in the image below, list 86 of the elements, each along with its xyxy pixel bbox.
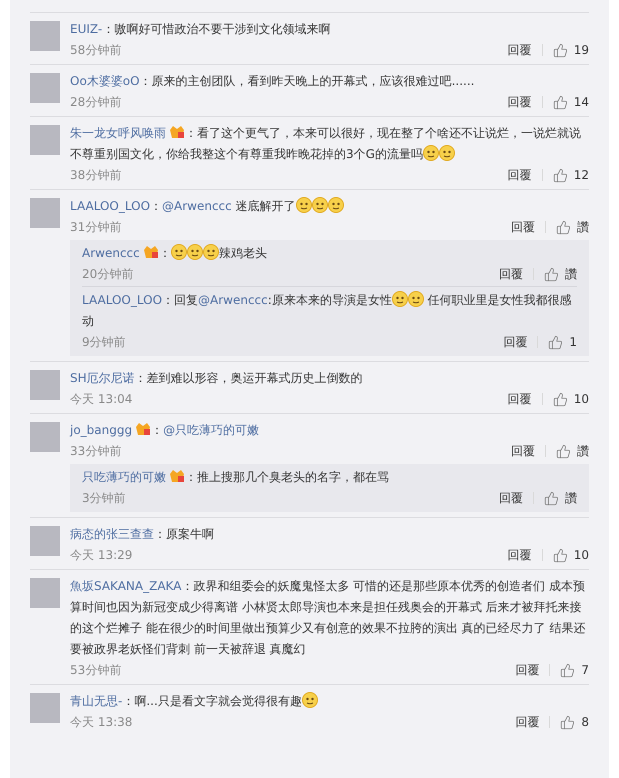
comment-time: 9分钟前 <box>82 334 126 351</box>
comment-text: 病态的张三查查：原案牛啊 <box>70 526 215 543</box>
emoji-icon <box>408 291 424 307</box>
user-name[interactable]: 青山无思- <box>70 694 122 708</box>
comment-text: LAALOO_LOO：回复@Arwenccc:原来本来的导演是女性 任何职业里是女性我都很感动 <box>82 290 573 330</box>
emoji-icon <box>202 244 219 260</box>
like-count[interactable]: 讚 <box>565 265 577 283</box>
like-icon[interactable] <box>548 334 564 350</box>
like-count[interactable]: 8 <box>581 713 589 731</box>
user-name[interactable]: jo_banggg <box>70 423 132 437</box>
comment-text: Arwenccc ： 辣鸡老头 <box>82 243 268 262</box>
comment-time: 今天 13:29 <box>70 547 132 564</box>
like-icon[interactable] <box>552 392 568 406</box>
comment-time: 33分钟前 <box>70 443 122 460</box>
like-icon[interactable] <box>552 42 568 58</box>
reply-link[interactable]: 回覆 <box>515 713 540 731</box>
like-icon[interactable] <box>560 714 576 730</box>
like-icon[interactable] <box>556 444 571 458</box>
like-count[interactable]: 1 <box>569 333 577 351</box>
user-name[interactable]: SH厄尔尼诺 <box>70 371 135 385</box>
emoji-icon <box>186 244 203 260</box>
user-name[interactable]: LAALOO_LOO <box>70 199 150 213</box>
mention-link[interactable]: @Arwenccc <box>198 293 268 307</box>
user-name[interactable]: 朱一龙女呼风唤雨 <box>70 126 166 140</box>
like-icon[interactable] <box>544 490 559 506</box>
emoji-icon <box>170 244 187 260</box>
comment-time: 3分钟前 <box>82 490 126 507</box>
user-name[interactable]: 病态的张三查查 <box>70 527 154 541</box>
like-count[interactable]: 10 <box>574 546 589 564</box>
like-count[interactable]: 10 <box>574 390 589 408</box>
reply-link[interactable]: 回覆 <box>511 218 535 236</box>
user-name[interactable]: 魚坂SAKANA_ZAKA <box>70 579 182 593</box>
reply-link[interactable]: 回覆 <box>503 333 528 351</box>
comment-text: 朱一龙女呼风唤雨 ：看了这个更气了，本来可以很好，现在整了个啥还不让说烂，一说烂就说不尊重别国文化，你给我整这个有尊重我昨晚花掉的3个G的流量吗 <box>70 124 582 163</box>
like-icon[interactable] <box>552 94 568 110</box>
comment-text: 青山无思-：啊...只是看文字就会觉得很有趣 <box>70 691 589 712</box>
like-count[interactable]: 7 <box>581 661 589 679</box>
reply-link[interactable]: 回覆 <box>499 265 523 283</box>
comment-time: 38分钟前 <box>70 167 122 184</box>
comment-text: EUIZ-：嗷啊好可惜政治不要干涉到文化领域来啊 <box>70 21 332 38</box>
reply-link[interactable]: 回覆 <box>515 661 540 679</box>
reply-link[interactable]: 回覆 <box>508 41 532 59</box>
like-icon[interactable] <box>556 220 571 234</box>
comment-text: 魚坂SAKANA_ZAKA：政界和组委会的妖魔鬼怪太多 可惜的还是那些原本优秀的创造者们 成本预算时间也因为新冠变成少得离谱 小林贤太郎导演也本来是担任残奥会的开幕式 后来才被拜托来接的这个烂摊子 能在很少的时间里做出预算少又有创意的效果不拉胯的演出 真的已经尽力了 结果还要被政界老妖怪们背刺 前一天被辞退 真魔幻 <box>70 578 586 658</box>
emoji-icon <box>422 145 439 161</box>
emoji-icon <box>312 197 328 213</box>
comment-time: 58分钟前 <box>70 42 122 59</box>
user-name[interactable]: Arwenccc <box>82 246 140 260</box>
emoji-icon <box>438 145 455 161</box>
like-count[interactable]: 讚 <box>577 442 589 460</box>
user-name[interactable]: LAALOO_LOO <box>82 293 162 307</box>
reply-link[interactable]: 回覆 <box>508 93 532 111</box>
emoji-icon <box>328 197 344 213</box>
like-icon[interactable] <box>552 548 568 562</box>
like-count[interactable]: 讚 <box>565 489 577 507</box>
comment-time: 28分钟前 <box>70 94 122 111</box>
reply-link[interactable]: 回覆 <box>508 546 532 564</box>
reply-link[interactable]: 回覆 <box>511 442 535 460</box>
comment-time: 20分钟前 <box>82 266 134 283</box>
mention-link[interactable]: @只吃薄巧的可嫩 <box>163 423 260 437</box>
comment-text: 只吃薄巧的可嫩 ：推上搜那几个臭老头的名字，都在骂 <box>82 468 390 486</box>
comment-text: LAALOO_LOO：@Arwenccc 迷底解开了 <box>70 196 589 217</box>
comment-text: SH厄尔尼诺：差到难以形容，奥运开幕式历史上倒数的 <box>70 370 364 387</box>
user-name[interactable]: Oo木婆婆oO <box>70 74 140 88</box>
user-name[interactable]: 只吃薄巧的可嫩 <box>82 470 166 484</box>
reply-link[interactable]: 回覆 <box>508 390 532 408</box>
mention-link[interactable]: @Arwenccc <box>162 199 232 213</box>
user-name[interactable]: EUIZ- <box>70 22 102 36</box>
comment-text: Oo木婆婆oO：原来的主创团队，看到昨天晚上的开幕式，应该很难过吧...... <box>70 73 476 90</box>
like-count[interactable]: 14 <box>574 93 589 111</box>
like-icon[interactable] <box>552 168 568 182</box>
comment-time: 53分钟前 <box>70 662 122 679</box>
comment-time: 今天 13:04 <box>70 391 132 408</box>
like-icon[interactable] <box>544 266 559 282</box>
like-icon[interactable] <box>560 662 576 678</box>
comment-text: jo_banggg ：@只吃薄巧的可嫩 <box>70 421 260 439</box>
comment-time: 今天 13:38 <box>70 714 132 731</box>
comment-time: 31分钟前 <box>70 219 122 236</box>
like-count[interactable]: 19 <box>574 41 589 59</box>
reply-link[interactable]: 回覆 <box>508 166 532 184</box>
like-count[interactable]: 12 <box>574 166 589 184</box>
emoji-icon <box>296 197 312 213</box>
emoji-icon <box>302 692 318 708</box>
like-count[interactable]: 讚 <box>577 218 589 236</box>
reply-link[interactable]: 回覆 <box>499 489 523 507</box>
emoji-icon <box>392 291 408 307</box>
